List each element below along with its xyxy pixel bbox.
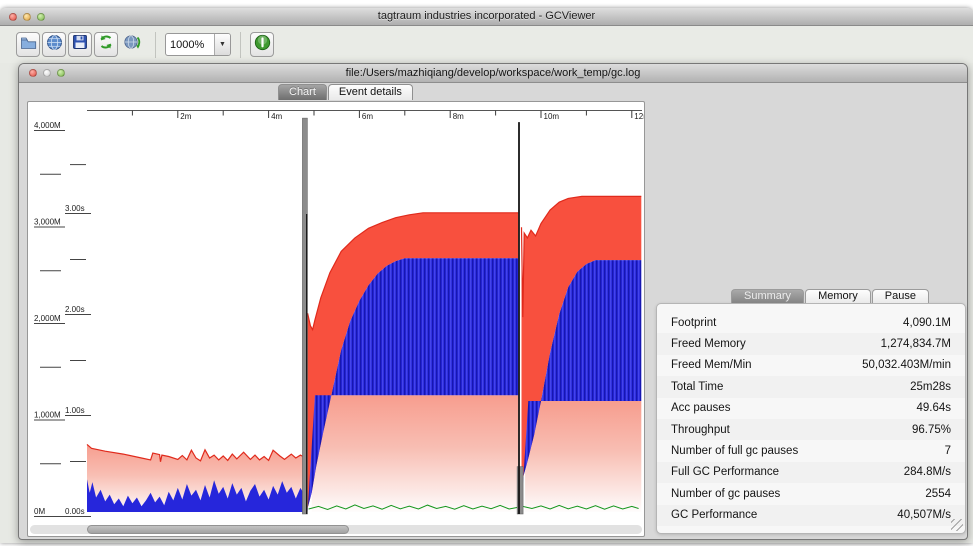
traffic-lights xyxy=(29,69,65,77)
tab-pause[interactable]: Pause xyxy=(871,289,929,303)
tab-chart[interactable]: Chart xyxy=(278,84,327,100)
zoom-button[interactable] xyxy=(57,69,65,77)
gclog-titlebar[interactable]: file:/Users/mazhiqiang/develop/workspace… xyxy=(19,64,967,83)
summary-row-label: Footprint xyxy=(671,316,717,329)
svg-text:3.00s: 3.00s xyxy=(65,204,85,213)
summary-row-value: 96.75% xyxy=(911,423,951,436)
scrollbar-thumb[interactable] xyxy=(87,525,349,534)
svg-text:1.00s: 1.00s xyxy=(65,406,85,415)
summary-row: GC Performance 40,507M/s xyxy=(657,505,965,526)
resize-grip[interactable] xyxy=(951,519,963,531)
summary-row-value: 40,507M/s xyxy=(897,509,951,522)
summary-row-label: Freed Mem/Min xyxy=(671,359,752,372)
svg-text:1,000M: 1,000M xyxy=(34,411,61,420)
svg-text:3,000M: 3,000M xyxy=(34,218,61,227)
svg-text:12m: 12m xyxy=(634,112,644,121)
view-tabs: Chart Event details xyxy=(278,84,414,100)
summary-rows: Footprint 4,090.1M Freed Memory 1,274,834.7… xyxy=(657,312,965,526)
summary-row-value: 25m28s xyxy=(910,380,951,393)
summary-row-value: 7 xyxy=(944,445,951,458)
info-toggle-icon xyxy=(254,34,271,56)
svg-text:10m: 10m xyxy=(544,112,560,121)
zoom-value: 1000% xyxy=(170,38,205,51)
summary-row-label: Acc pauses xyxy=(671,402,731,415)
screen: tagtraum industries incorporated - GCVie… xyxy=(0,0,973,546)
summary-row: Freed Memory 1,274,834.7M xyxy=(657,333,965,354)
summary-row-value: 50,032.403M/min xyxy=(862,359,951,372)
watch-button[interactable] xyxy=(120,32,144,57)
summary-row-label: Throughput xyxy=(671,423,730,436)
summary-row-label: Freed Memory xyxy=(671,338,746,351)
summary-row: Throughput 96.75% xyxy=(657,419,965,440)
folder-icon xyxy=(20,35,37,55)
summary-row-label: Number of full gc pauses xyxy=(671,445,799,458)
tenured-area-mid xyxy=(311,395,519,512)
show-data-panel-button[interactable] xyxy=(250,32,274,57)
summary-row-value: 4,090.1M xyxy=(903,316,951,329)
chevron-down-icon[interactable]: ▼ xyxy=(214,34,230,55)
svg-text:2,000M: 2,000M xyxy=(34,314,61,323)
gc-chart: 2m 4m 6m 8m 10m 12m 0M 1,000M 2,000M 3,000M 4,000M… xyxy=(34,110,650,517)
toolbar: 1000% ▼ xyxy=(0,26,973,63)
minimize-button[interactable] xyxy=(23,13,31,21)
full-gc-pause-bar-2 xyxy=(516,466,524,515)
refresh-icon xyxy=(98,34,114,55)
summary-row: Number of full gc pauses 7 xyxy=(657,440,965,461)
summary-row: Acc pauses 49.64s xyxy=(657,398,965,419)
zoom-select[interactable]: 1000% ▼ xyxy=(165,33,231,56)
watch-globe-icon xyxy=(123,33,141,56)
summary-row: Total Time 25m28s xyxy=(657,376,965,397)
close-button[interactable] xyxy=(29,69,37,77)
summary-row: Freed Mem/Min 50,032.403M/min xyxy=(657,355,965,376)
svg-text:8m: 8m xyxy=(453,112,464,121)
gcviewer-window: tagtraum industries incorporated - GCVie… xyxy=(0,8,973,543)
tenured-area-right xyxy=(525,401,642,512)
summary-row: Footprint 4,090.1M xyxy=(657,312,965,333)
chart-panel: 2m 4m 6m 8m 10m 12m 0M 1,000M 2,000M 3,000M 4,000M… xyxy=(27,101,650,537)
summary-row-value: 284.8M/s xyxy=(903,466,951,479)
window-titlebar[interactable]: tagtraum industries incorporated - GCVie… xyxy=(0,8,973,26)
window-title: tagtraum industries incorporated - GCVie… xyxy=(377,10,596,22)
gclog-window: file:/Users/mazhiqiang/develop/workspace… xyxy=(18,63,968,540)
summary-row-value: 1,274,834.7M xyxy=(880,338,951,351)
summary-row-value: 49.64s xyxy=(916,402,951,415)
data-panel-tabs: Summary Memory Pause xyxy=(731,289,930,303)
close-button[interactable] xyxy=(9,13,17,21)
svg-text:0.00s: 0.00s xyxy=(65,507,85,516)
summary-row-label: Total Time xyxy=(671,380,724,393)
svg-text:2.00s: 2.00s xyxy=(65,305,85,314)
tab-event-details[interactable]: Event details xyxy=(327,84,413,100)
summary-row: Full GC Performance 284.8M/s xyxy=(657,462,965,483)
svg-text:4m: 4m xyxy=(271,112,282,121)
svg-text:2m: 2m xyxy=(180,112,191,121)
summary-row-value: 2554 xyxy=(925,487,951,500)
open-url-button[interactable] xyxy=(42,32,66,57)
summary-row-label: Number of gc pauses xyxy=(671,487,781,500)
svg-text:6m: 6m xyxy=(362,112,373,121)
gclog-title: file:/Users/mazhiqiang/develop/workspace… xyxy=(345,67,641,79)
svg-text:4,000M: 4,000M xyxy=(34,121,61,130)
floppy-disk-icon xyxy=(72,34,88,55)
svg-text:0M: 0M xyxy=(34,507,45,516)
tab-memory[interactable]: Memory xyxy=(805,289,871,303)
horizontal-scrollbar[interactable] xyxy=(30,525,642,534)
open-file-button[interactable] xyxy=(16,32,40,57)
globe-icon xyxy=(46,34,63,56)
summary-row-label: GC Performance xyxy=(671,509,758,522)
export-button[interactable] xyxy=(68,32,92,57)
summary-row-label: Full GC Performance xyxy=(671,466,780,479)
summary-row: Number of gc pauses 2554 xyxy=(657,483,965,504)
traffic-lights xyxy=(9,13,45,21)
zoom-button[interactable] xyxy=(37,13,45,21)
refresh-button[interactable] xyxy=(94,32,118,57)
toolbar-separator xyxy=(155,31,156,58)
summary-panel: Footprint 4,090.1M Freed Memory 1,274,834.7… xyxy=(656,303,966,534)
toolbar-separator xyxy=(240,31,241,58)
minimize-button[interactable] xyxy=(43,69,51,77)
tab-summary[interactable]: Summary xyxy=(731,289,805,303)
